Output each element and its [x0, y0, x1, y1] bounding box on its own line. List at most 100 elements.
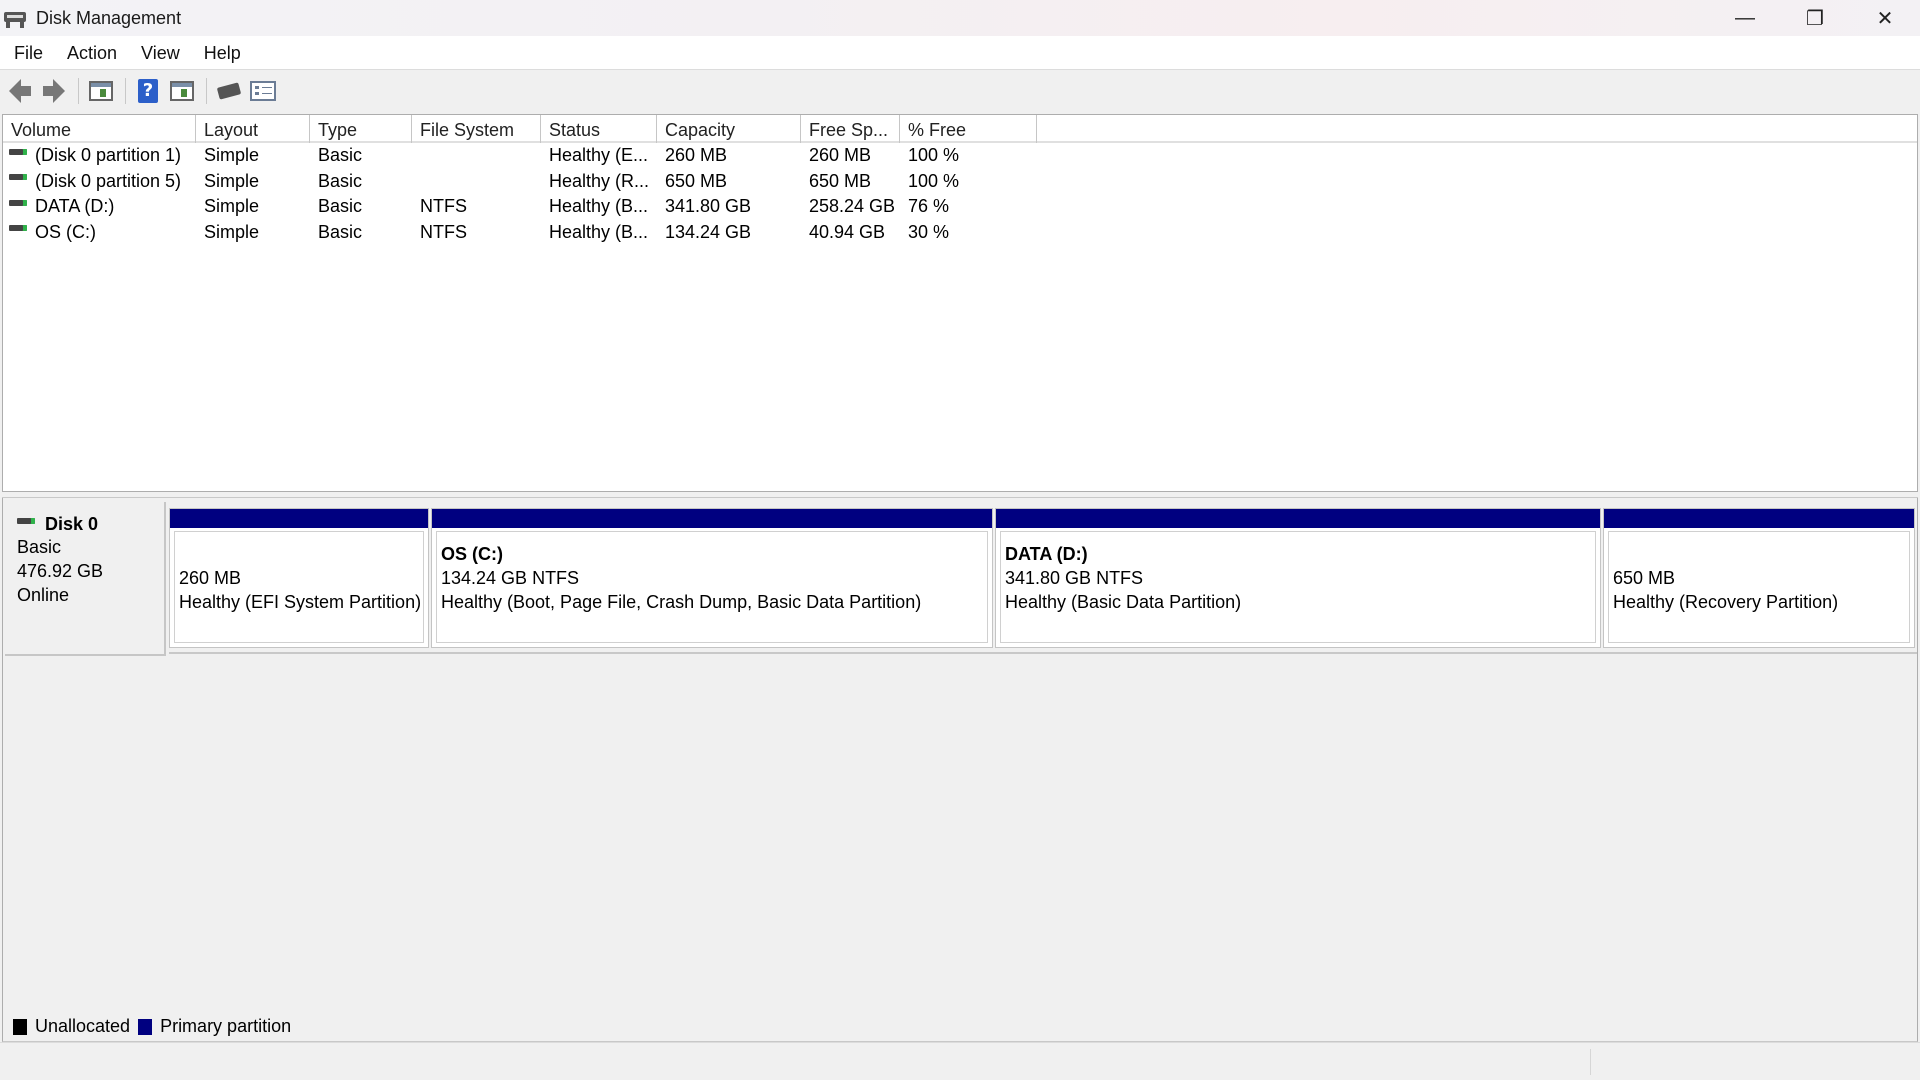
type-cell: Basic	[318, 196, 363, 216]
partition-size: 650 MB	[1613, 568, 1676, 588]
disk-label[interactable]: Disk 0 Basic 476.92 GB Online	[5, 502, 166, 656]
partition-size: 134.24 GB NTFS	[441, 568, 580, 588]
unallocated-swatch	[13, 1018, 27, 1035]
volume-icon	[9, 174, 27, 181]
disk-management-app-icon	[4, 8, 28, 28]
connect-disk-button[interactable]	[215, 77, 243, 105]
partition-status: Healthy (EFI System Partition)	[179, 592, 422, 612]
volume-name: (Disk 0 partition 5)	[35, 170, 182, 191]
partition-name	[179, 542, 423, 566]
column-percent-free[interactable]: % Free	[900, 115, 1037, 143]
status-cell: Healthy (E...	[549, 145, 649, 165]
file-system-cell	[412, 143, 541, 169]
restore-button[interactable]: ❐	[1780, 0, 1850, 36]
disk-type: Basic	[17, 537, 62, 557]
forward-arrow-icon	[43, 79, 65, 103]
properties-button[interactable]	[249, 77, 277, 105]
menu-view[interactable]: View	[133, 36, 188, 70]
free-space-cell: 40.94 GB	[809, 221, 886, 242]
column-file-system[interactable]: File System	[412, 115, 541, 143]
help-button[interactable]: ?	[134, 77, 162, 105]
column-capacity[interactable]: Capacity	[657, 115, 801, 143]
status-cell: Healthy (R...	[549, 170, 650, 191]
primary-partition-bar	[432, 509, 992, 529]
toolbar-separator	[125, 78, 126, 104]
partition-size: 260 MB	[179, 568, 242, 588]
volume-name: DATA (D:)	[35, 196, 115, 216]
capacity-cell: 260 MB	[665, 145, 728, 165]
type-cell: Basic	[318, 221, 363, 242]
connect-disk-icon	[216, 82, 242, 100]
volume-icon	[9, 199, 27, 206]
partition-name	[1613, 542, 1909, 566]
disk-status: Online	[17, 585, 70, 605]
percent-free-cell: 30 %	[908, 221, 950, 242]
partition-name: OS (C:)	[441, 544, 503, 564]
window-controls: — ❐ ✕	[1710, 0, 1920, 36]
volume-name: (Disk 0 partition 1)	[35, 145, 182, 165]
help-icon: ?	[138, 79, 158, 103]
primary-partition-swatch	[138, 1018, 153, 1035]
volume-list: Volume Layout Type File System Status Ca…	[2, 114, 1918, 492]
forward-button[interactable]	[40, 77, 68, 105]
column-layout[interactable]: Layout	[196, 115, 310, 143]
volume-list-header: Volume Layout Type File System Status Ca…	[3, 115, 1917, 143]
legend-primary-partition: Primary partition	[160, 1016, 292, 1036]
disk-name: Disk 0	[45, 514, 99, 534]
status-cell: Healthy (B...	[549, 196, 649, 216]
disk-graphical-view: Disk 0 Basic 476.92 GB Online 260 MB Hea…	[2, 498, 1918, 1012]
capacity-cell: 341.80 GB	[665, 196, 752, 216]
menu-bar: File Action View Help	[0, 36, 1920, 70]
show-hide-action-pane-button[interactable]	[168, 77, 196, 105]
menu-help[interactable]: Help	[196, 36, 249, 70]
show-action-pane-icon	[170, 81, 194, 101]
free-space-cell: 650 MB	[809, 170, 872, 191]
table-row[interactable]: (Disk 0 partition 5) Simple Basic Health…	[3, 169, 1917, 195]
toolbar-separator	[206, 78, 207, 104]
disk-icon	[17, 517, 35, 524]
partition-efi[interactable]: 260 MB Healthy (EFI System Partition)	[169, 508, 429, 648]
close-icon: ✕	[1876, 7, 1894, 30]
volume-name: OS (C:)	[35, 221, 96, 242]
partition-data-d[interactable]: DATA (D:) 341.80 GB NTFS Healthy (Basic …	[995, 508, 1601, 648]
free-space-cell: 260 MB	[809, 145, 872, 165]
table-row[interactable]: DATA (D:) Simple Basic NTFS Healthy (B..…	[3, 194, 1917, 220]
table-row[interactable]: (Disk 0 partition 1) Simple Basic Health…	[3, 143, 1917, 169]
file-system-cell	[412, 169, 541, 195]
layout-cell: Simple	[204, 196, 260, 216]
toolbar-separator	[78, 78, 79, 104]
status-cell: Healthy (B...	[549, 221, 649, 242]
partition-recovery[interactable]: 650 MB Healthy (Recovery Partition)	[1603, 508, 1915, 648]
layout-cell: Simple	[204, 170, 260, 191]
table-row[interactable]: OS (C:) Simple Basic NTFS Healthy (B... …	[3, 220, 1917, 246]
partition-status: Healthy (Basic Data Partition)	[1005, 592, 1242, 612]
column-free-space[interactable]: Free Sp...	[801, 115, 900, 143]
show-hide-console-tree-button[interactable]	[87, 77, 115, 105]
title-bar: Disk Management — ❐ ✕	[0, 0, 1920, 36]
capacity-cell: 650 MB	[665, 170, 728, 191]
minimize-button[interactable]: —	[1710, 0, 1780, 36]
properties-icon	[250, 81, 276, 101]
legend: Unallocated Primary partition	[2, 1012, 1918, 1042]
toolbar: ?	[0, 70, 1920, 112]
column-type[interactable]: Type	[310, 115, 412, 143]
disk-size: 476.92 GB	[17, 561, 104, 581]
volume-icon	[9, 225, 27, 232]
primary-partition-bar	[1604, 509, 1914, 529]
partition-os-c[interactable]: OS (C:) 134.24 GB NTFS Healthy (Boot, Pa…	[431, 508, 993, 648]
column-volume[interactable]: Volume	[3, 115, 196, 143]
capacity-cell: 134.24 GB	[665, 221, 752, 242]
primary-partition-bar	[996, 509, 1600, 529]
partition-strip: 260 MB Healthy (EFI System Partition) OS…	[169, 508, 1915, 648]
disk-row-divider	[169, 652, 1917, 654]
back-arrow-icon	[9, 79, 31, 103]
back-button[interactable]	[6, 77, 34, 105]
window-title: Disk Management	[36, 7, 182, 28]
column-status[interactable]: Status	[541, 115, 657, 143]
menu-file[interactable]: File	[6, 36, 51, 70]
close-button[interactable]: ✕	[1850, 0, 1920, 36]
type-cell: Basic	[318, 145, 363, 165]
partition-status: Healthy (Recovery Partition)	[1613, 592, 1839, 612]
partition-status: Healthy (Boot, Page File, Crash Dump, Ba…	[441, 592, 922, 612]
menu-action[interactable]: Action	[59, 36, 125, 70]
